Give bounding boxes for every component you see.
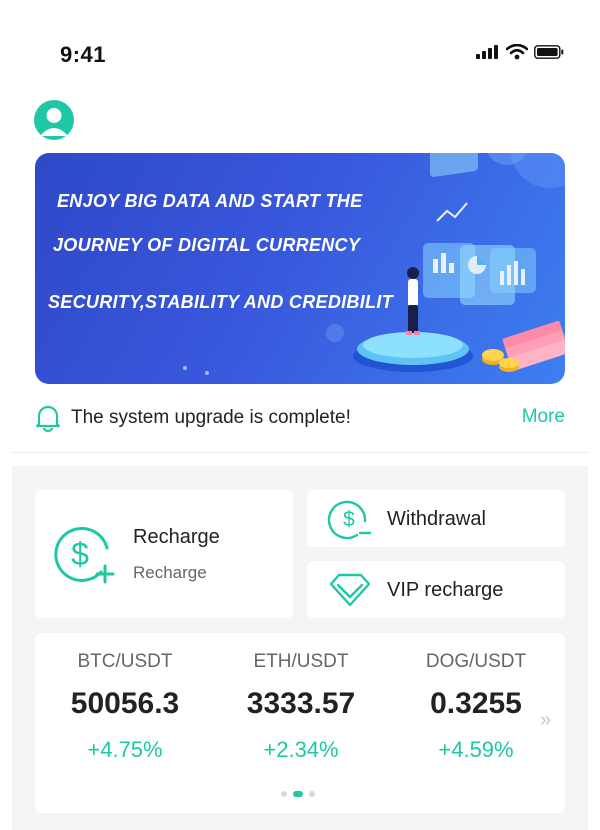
banner-headline-3: SECURITY,STABILITY AND CREDIBILIT <box>48 292 393 312</box>
withdrawal-label: Withdrawal <box>387 508 486 530</box>
pager-dots <box>281 791 315 797</box>
recharge-subtitle: Recharge <box>133 563 207 582</box>
dollar-plus-icon: $ <box>54 526 115 584</box>
banner-headline-1: ENJOY BIG DATA AND START THE <box>57 191 363 211</box>
recharge-card[interactable]: $ Recharge Recharge <box>35 490 293 618</box>
banner-headline-2: JOURNEY OF DIGITAL CURRENCY <box>53 235 361 255</box>
vip-recharge-label: VIP recharge <box>387 579 504 601</box>
ticker-btc[interactable]: BTC/USDT 50056.3 +4.75% <box>35 651 215 763</box>
ticker-eth[interactable]: ETH/USDT 3333.57 +2.34% <box>211 651 391 763</box>
pager-dot-active[interactable] <box>293 791 303 797</box>
status-bar: 9:41 <box>0 0 600 100</box>
vip-recharge-button[interactable]: VIP recharge <box>307 561 565 618</box>
bell-icon <box>35 405 61 433</box>
ticker-price: 3333.57 <box>246 687 356 720</box>
notice-text: The system upgrade is complete! <box>71 407 351 428</box>
signal-icon <box>476 45 498 59</box>
recharge-title: Recharge <box>133 526 220 548</box>
dollar-minus-icon: $ <box>327 500 372 539</box>
notice-more-link[interactable]: More <box>522 406 565 428</box>
pager-dot[interactable] <box>281 791 287 797</box>
svg-text:$: $ <box>343 508 355 531</box>
svg-text:$: $ <box>71 536 89 572</box>
ticker-price: 0.3255 <box>430 687 522 720</box>
ticker-price: 50056.3 <box>70 687 180 720</box>
banner-illustration <box>183 153 565 375</box>
ticker-pair: BTC/USDT <box>77 651 173 672</box>
ticker-change: +4.59% <box>438 737 514 762</box>
promo-banner[interactable]: ENJOY BIG DATA AND START THE JOURNEY OF … <box>35 153 565 384</box>
divider <box>12 452 588 453</box>
ticker-pair: DOG/USDT <box>425 651 527 672</box>
status-time: 9:41 <box>60 42 107 67</box>
double-chevron-right-icon[interactable]: » <box>540 709 551 732</box>
battery-icon <box>534 45 564 59</box>
ticker-pair: ETH/USDT <box>253 651 349 672</box>
pager-dot[interactable] <box>309 791 315 797</box>
ticker-change: +4.75% <box>87 737 163 762</box>
user-avatar-icon[interactable] <box>34 100 74 140</box>
diamond-icon <box>329 573 371 607</box>
ticker-dog[interactable]: DOG/USDT 0.3255 +4.59% <box>386 651 566 763</box>
status-icons <box>476 44 564 60</box>
system-notice: The system upgrade is complete! More <box>35 398 565 438</box>
ticker-change: +2.34% <box>263 737 339 762</box>
market-ticker-card[interactable]: BTC/USDT 50056.3 +4.75% ETH/USDT 3333.57… <box>35 633 565 813</box>
wifi-icon <box>506 44 528 60</box>
withdrawal-button[interactable]: $ Withdrawal <box>307 490 565 547</box>
